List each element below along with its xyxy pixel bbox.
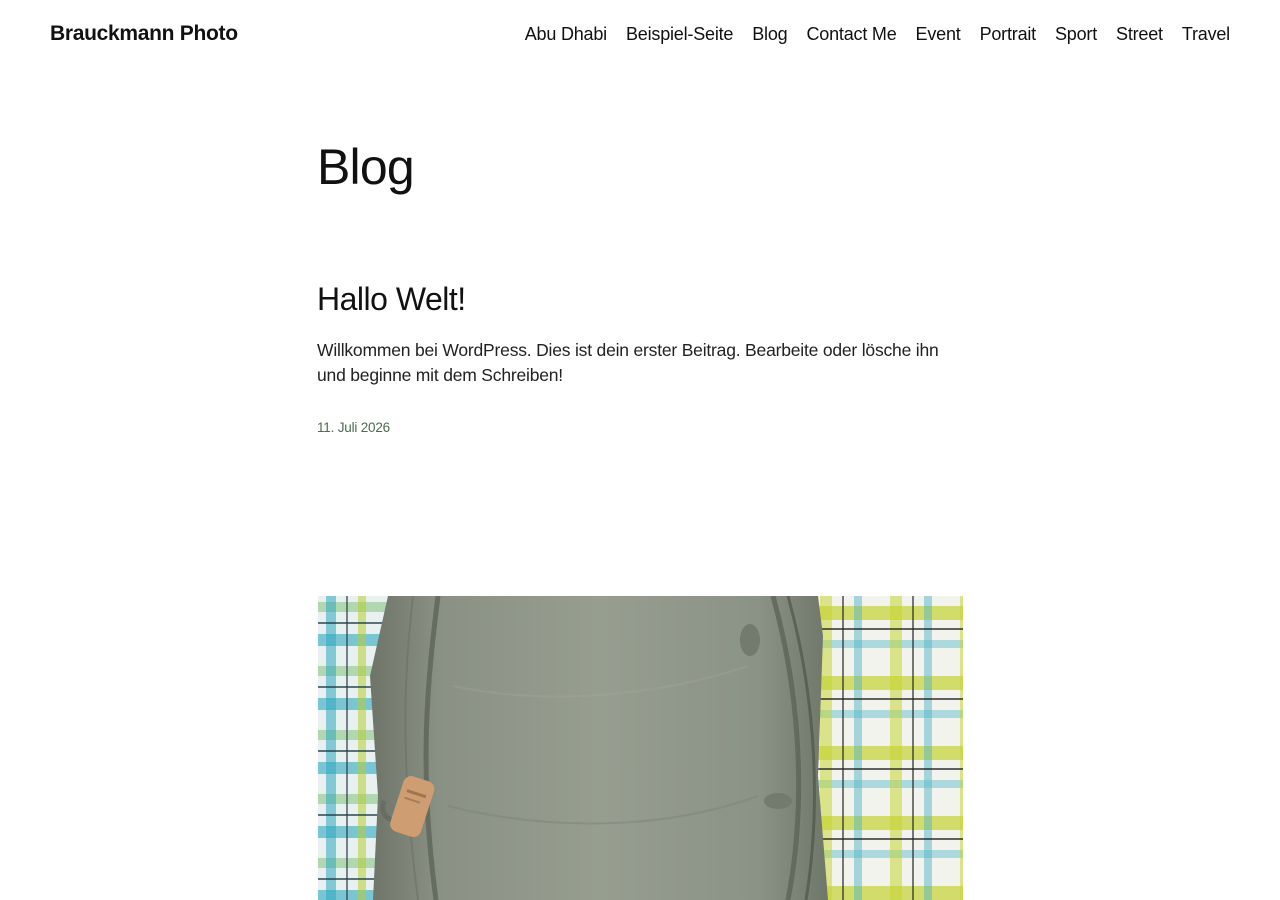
- nav-item-sport[interactable]: Sport: [1055, 24, 1097, 45]
- nav-item-travel[interactable]: Travel: [1182, 24, 1230, 45]
- nav-item-event[interactable]: Event: [916, 24, 961, 45]
- post-title-link[interactable]: Hallo Welt!: [317, 281, 466, 318]
- featured-image-backpack[interactable]: [318, 596, 963, 900]
- nav-item-portrait[interactable]: Portrait: [980, 24, 1037, 45]
- site-header: Brauckmann Photo Abu Dhabi Beispiel-Seit…: [0, 0, 1280, 72]
- post-excerpt: Willkommen bei WordPress. Dies ist dein …: [317, 340, 939, 385]
- nav-item-street[interactable]: Street: [1116, 24, 1163, 45]
- page-title: Blog: [317, 139, 415, 195]
- nav-item-blog[interactable]: Blog: [752, 24, 787, 45]
- post-date-link[interactable]: 11. Juli 2026: [317, 420, 390, 435]
- nav-item-abu-dhabi[interactable]: Abu Dhabi: [525, 24, 607, 45]
- site-title-link[interactable]: Brauckmann Photo: [50, 22, 238, 46]
- nav-item-beispiel-seite[interactable]: Beispiel-Seite: [626, 24, 733, 45]
- nav-item-contact-me[interactable]: Contact Me: [806, 24, 896, 45]
- main-navigation: Abu Dhabi Beispiel-Seite Blog Contact Me…: [506, 24, 1230, 45]
